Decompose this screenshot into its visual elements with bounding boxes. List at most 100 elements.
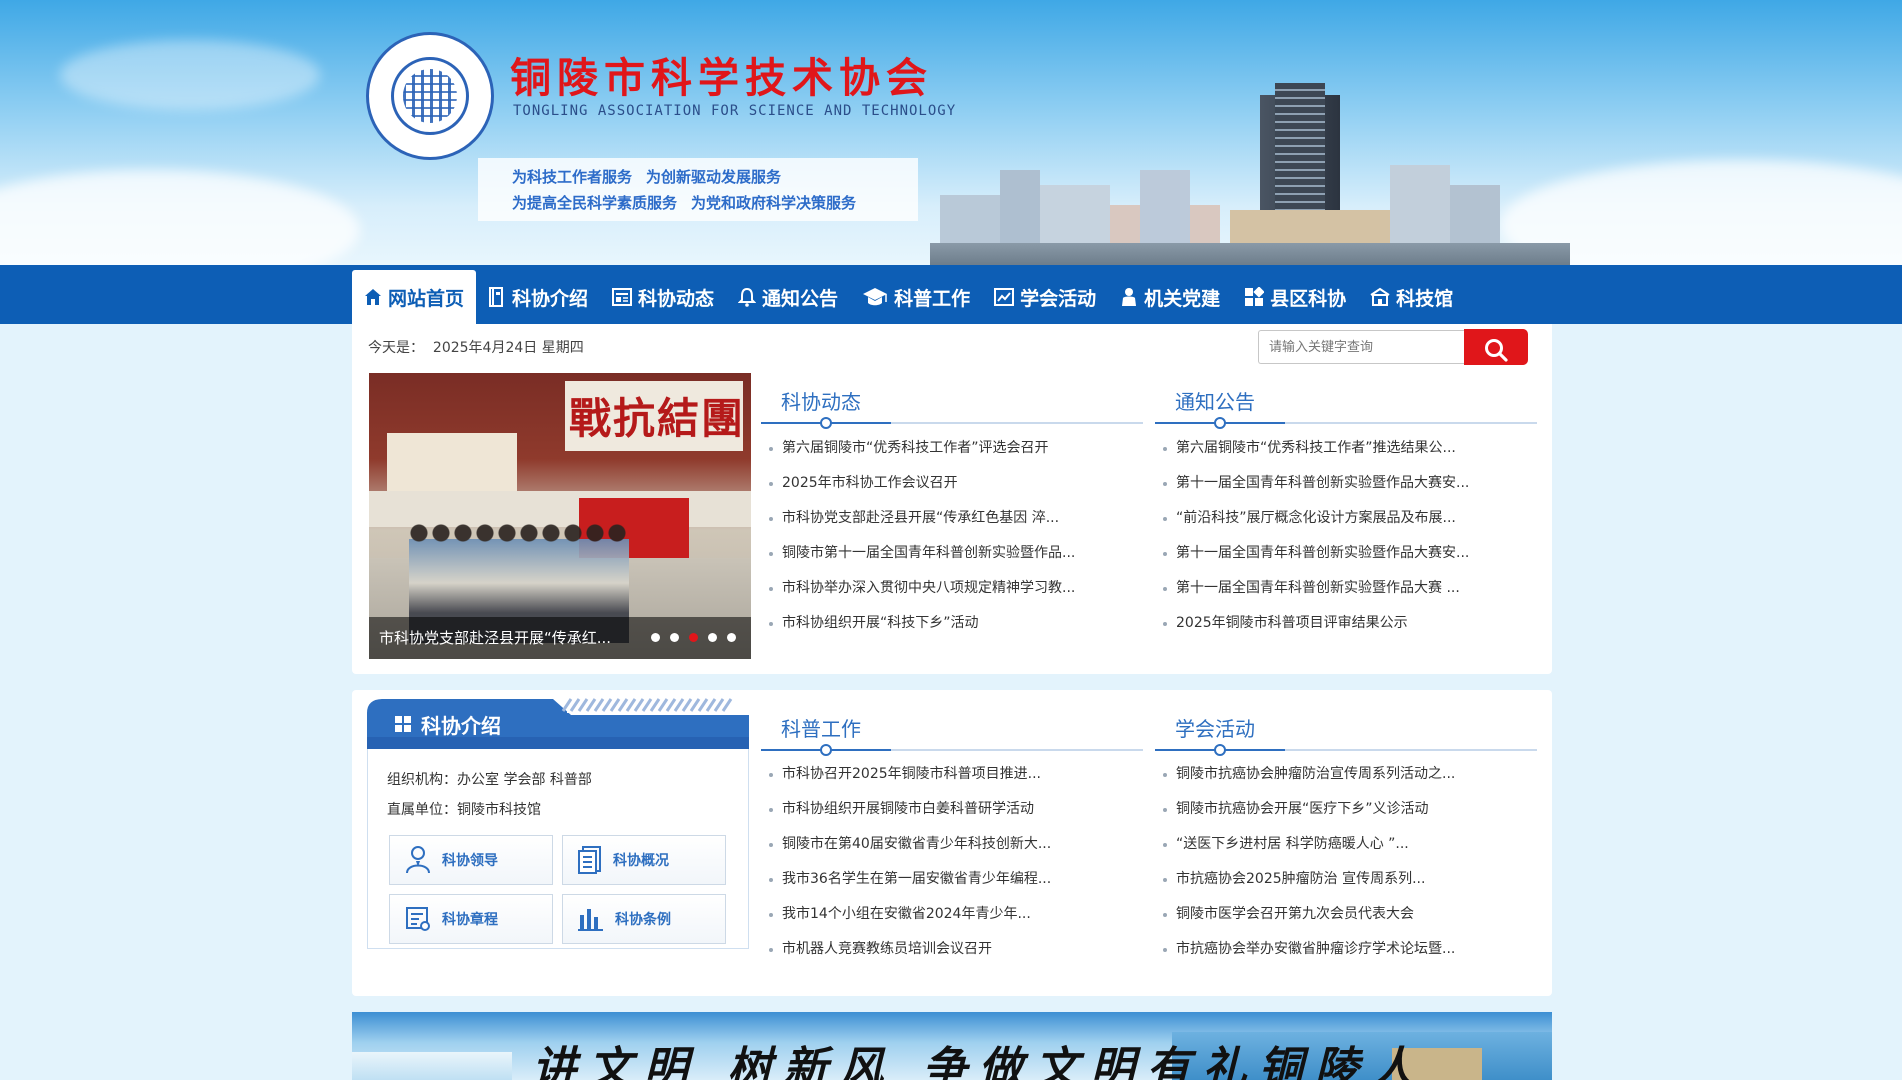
list-item[interactable]: 市科协党支部赴泾县开展“传承红色基因 淬...: [761, 501, 1143, 536]
slide-dot[interactable]: [708, 633, 717, 642]
intro-body: 组织机构：办公室 学会部 科普部 直属单位：铜陵市科技馆 科协领导 科协概况 科…: [367, 749, 749, 949]
leaders-button[interactable]: 科协领导: [389, 835, 553, 885]
cloud-decoration: [60, 40, 320, 110]
nav-label: 科普工作: [894, 287, 971, 310]
slide-dot[interactable]: [727, 633, 736, 642]
org-value[interactable]: 办公室 学会部 科普部: [457, 772, 592, 788]
charter-icon: [406, 907, 430, 931]
list-item[interactable]: 市机器人竞赛教练员培训会议召开: [761, 932, 1143, 967]
news-slideshow[interactable]: 戰抗結團 市科协党支部赴泾县开展“传承红...: [369, 373, 751, 659]
chart-icon: [994, 288, 1015, 306]
regulation-label: 科协条例: [615, 912, 671, 928]
list-item[interactable]: 市抗癌协会举办安徽省肿瘤诊疗学术论坛暨...: [1155, 932, 1537, 967]
intro-title[interactable]: 科协介绍: [421, 710, 501, 739]
list-item[interactable]: 我市36名学生在第一届安徽省青少年编程...: [761, 862, 1143, 897]
society-section-title[interactable]: 学会活动: [1175, 713, 1255, 742]
list-item[interactable]: 市科协组织开展“科技下乡”活动: [761, 606, 1143, 641]
org-label: 组织机构：: [387, 772, 457, 788]
list-item[interactable]: 市抗癌协会2025肿瘤防治 宣传周系列...: [1155, 862, 1537, 897]
nav-label: 网站首页: [388, 287, 465, 310]
nav-label: 县区科协: [1270, 287, 1347, 310]
bell-icon: [738, 287, 757, 307]
notice-list: 第六届铜陵市“优秀科技工作者”推选结果公... 第十一届全国青年科普创新实验暨作…: [1155, 431, 1537, 641]
newspaper-icon: [612, 288, 633, 306]
slide-dot[interactable]: [651, 633, 660, 642]
news-section-title[interactable]: 科协动态: [781, 386, 861, 415]
cast-logo[interactable]: [366, 32, 494, 160]
cloud-decoration: [0, 170, 360, 265]
popsci-section-title[interactable]: 科普工作: [781, 713, 861, 742]
slide-dot[interactable]: [670, 633, 679, 642]
person-icon: [1122, 288, 1137, 306]
unit-label: 直属单位：: [387, 802, 457, 818]
nav-item-county[interactable]: 县区科协: [1232, 270, 1358, 324]
grid-icon: [395, 716, 411, 732]
slide-sign-text: 戰抗結團: [569, 394, 746, 443]
news-section-header: 科协动态: [761, 378, 1143, 429]
site-subtitle: TONGLING ASSOCIATION FOR SCIENCE AND TEC…: [513, 103, 957, 119]
list-item[interactable]: 2025年铜陵市科普项目评审结果公示: [1155, 606, 1537, 641]
notice-section-title[interactable]: 通知公告: [1175, 386, 1255, 415]
nav-item-party[interactable]: 机关党建: [1108, 270, 1232, 324]
nav-label: 通知公告: [762, 287, 839, 310]
list-item[interactable]: 市科协召开2025年铜陵市科普项目推进...: [761, 757, 1143, 792]
regulation-icon: [578, 909, 603, 931]
list-item[interactable]: 第十一届全国青年科普创新实验暨作品大赛安...: [1155, 536, 1537, 571]
slogan: 为提高全民科学素质服务: [512, 194, 678, 212]
nav-label: 机关党建: [1144, 287, 1221, 310]
slogan: 为党和政府科学决策服务: [691, 194, 857, 212]
unit-line: 直属单位：铜陵市科技馆: [387, 799, 541, 819]
unit-value[interactable]: 铜陵市科技馆: [457, 802, 541, 818]
intro-box: 科协介绍 组织机构：办公室 学会部 科普部 直属单位：铜陵市科技馆 科协领导 科…: [367, 697, 749, 952]
slogan: 为科技工作者服务: [512, 168, 633, 186]
list-item[interactable]: 铜陵市抗癌协会肿瘤防治宣传周系列活动之...: [1155, 757, 1537, 792]
nav-item-popsci[interactable]: 科普工作: [850, 270, 982, 324]
nav-label: 学会活动: [1020, 287, 1097, 310]
today-value: 2025年4月24日 星期四: [432, 340, 584, 356]
document-icon: [578, 846, 601, 874]
nav-label: 科技馆: [1396, 287, 1454, 310]
nav-item-about[interactable]: 科协介绍: [476, 270, 600, 324]
list-item[interactable]: 第六届铜陵市“优秀科技工作者”推选结果公...: [1155, 431, 1537, 466]
search-icon: [1485, 338, 1508, 362]
leaders-label: 科协领导: [442, 853, 498, 869]
regulation-button[interactable]: 科协条例: [562, 894, 726, 944]
list-item[interactable]: 市科协组织开展铜陵市白姜科普研学活动: [761, 792, 1143, 827]
list-item[interactable]: “前沿科技”展厅概念化设计方案展品及布展...: [1155, 501, 1537, 536]
nav-item-society[interactable]: 学会活动: [982, 270, 1108, 324]
list-item[interactable]: 第十一届全国青年科普创新实验暨作品大赛 ...: [1155, 571, 1537, 606]
list-item[interactable]: 2025年市科协工作会议召开: [761, 466, 1143, 501]
search-button[interactable]: [1464, 329, 1528, 365]
nav-item-home[interactable]: 网站首页: [352, 270, 477, 324]
list-item[interactable]: 我市14个小组在安徽省2024年青少年...: [761, 897, 1143, 932]
overview-label: 科协概况: [613, 853, 669, 869]
list-item[interactable]: 第六届铜陵市“优秀科技工作者”评选会召开: [761, 431, 1143, 466]
list-item[interactable]: “送医下乡进村居 科学防癌暖人心 ”...: [1155, 827, 1537, 862]
list-item[interactable]: 市科协举办深入贯彻中央八项规定精神学习教...: [761, 571, 1143, 606]
grid-icon: [1245, 287, 1265, 306]
list-item[interactable]: 铜陵市抗癌协会开展“医疗下乡”义诊活动: [1155, 792, 1537, 827]
list-item[interactable]: 铜陵市第十一届全国青年科普创新实验暨作品...: [761, 536, 1143, 571]
nav-item-news[interactable]: 科协动态: [600, 270, 726, 324]
slide-dot-active[interactable]: [689, 633, 698, 642]
slogan: 为创新驱动发展服务: [646, 168, 782, 186]
site-header: 铜陵市科学技术协会 TONGLING ASSOCIATION FOR SCIEN…: [0, 0, 1902, 265]
list-item[interactable]: 铜陵市在第40届安徽省青少年科技创新大...: [761, 827, 1143, 862]
city-skyline-image: [930, 60, 1570, 265]
popsci-list: 市科协召开2025年铜陵市科普项目推进... 市科协组织开展铜陵市白姜科普研学活…: [761, 757, 1143, 967]
list-item[interactable]: 铜陵市医学会召开第九次会员代表大会: [1155, 897, 1537, 932]
list-item[interactable]: 第十一届全国青年科普创新实验暨作品大赛安...: [1155, 466, 1537, 501]
civilization-banner[interactable]: 讲文明 树新风 争做文明有礼铜陵人: [352, 1012, 1552, 1080]
search-input[interactable]: [1258, 330, 1464, 364]
nav-item-notice[interactable]: 通知公告: [726, 270, 850, 324]
site-title: 铜陵市科学技术协会: [510, 54, 933, 102]
notice-section-header: 通知公告: [1155, 378, 1537, 429]
news-list: 第六届铜陵市“优秀科技工作者”评选会召开 2025年市科协工作会议召开 市科协党…: [761, 431, 1143, 641]
charter-button[interactable]: 科协章程: [389, 894, 553, 944]
overview-button[interactable]: 科协概况: [562, 835, 726, 885]
banner-text: 讲文明 树新风 争做文明有礼铜陵人: [532, 1043, 1427, 1080]
main-nav: 网站首页 科协介绍 科协动态 通知公告 科普工作 学会活动 机关党建 县区科协: [0, 265, 1902, 324]
building-icon: [1370, 287, 1390, 306]
nav-item-museum[interactable]: 科技馆: [1358, 270, 1465, 324]
society-section-header: 学会活动: [1155, 705, 1537, 756]
